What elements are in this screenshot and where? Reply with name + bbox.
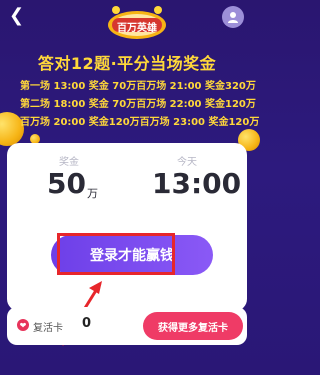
- schedule-left: 第二场 18:00 奖金 70万: [20, 99, 137, 110]
- schedule: 第一场 13:00 奖金 70万 百万场 21:00 奖金320万 第二场 18…: [20, 77, 259, 131]
- back-icon[interactable]: ❮: [9, 6, 25, 26]
- prize-label: 奖金: [59, 157, 79, 168]
- time-label: 今天: [177, 157, 197, 168]
- schedule-left: 百万场 20:00 奖金120万: [20, 117, 140, 128]
- time-value: 13:00: [152, 167, 242, 200]
- top-bar: ❮ 百万英雄: [0, 0, 254, 39]
- highlight-box: [57, 233, 175, 275]
- schedule-row: 第二场 18:00 奖金 70万 百万场 22:00 奖金120万: [20, 95, 256, 113]
- revive-count: 0: [82, 316, 92, 331]
- schedule-right: 百万场 21:00 奖金320万: [136, 81, 256, 92]
- get-more-revive-button[interactable]: 获得更多复活卡: [143, 312, 243, 340]
- schedule-row: 百万场 20:00 奖金120万 百万场 23:00 奖金120万: [20, 113, 259, 131]
- schedule-right: 百万场 22:00 奖金120万: [136, 99, 256, 110]
- logo-text: 百万英雄: [117, 23, 157, 34]
- headline: 答对12题·平分当场奖金: [37, 54, 217, 73]
- schedule-row: 第一场 13:00 奖金 70万 百万场 21:00 奖金320万: [20, 77, 256, 95]
- app-logo: 百万英雄: [106, 2, 168, 44]
- schedule-left: 第一场 13:00 奖金 70万: [20, 81, 137, 92]
- prize-value: 50: [47, 167, 86, 200]
- schedule-right: 百万场 23:00 奖金120万: [139, 117, 260, 128]
- profile-icon[interactable]: [222, 6, 244, 28]
- revive-label: 复活卡: [33, 323, 63, 334]
- prize-unit: 万: [87, 187, 98, 200]
- game-card: 奖金 50 万 今天 13:00 登录才能赢钱: [7, 143, 247, 311]
- heart-icon: ❤: [17, 319, 29, 331]
- revive-bar: ❤ 复活卡 0 获得更多复活卡: [7, 307, 247, 345]
